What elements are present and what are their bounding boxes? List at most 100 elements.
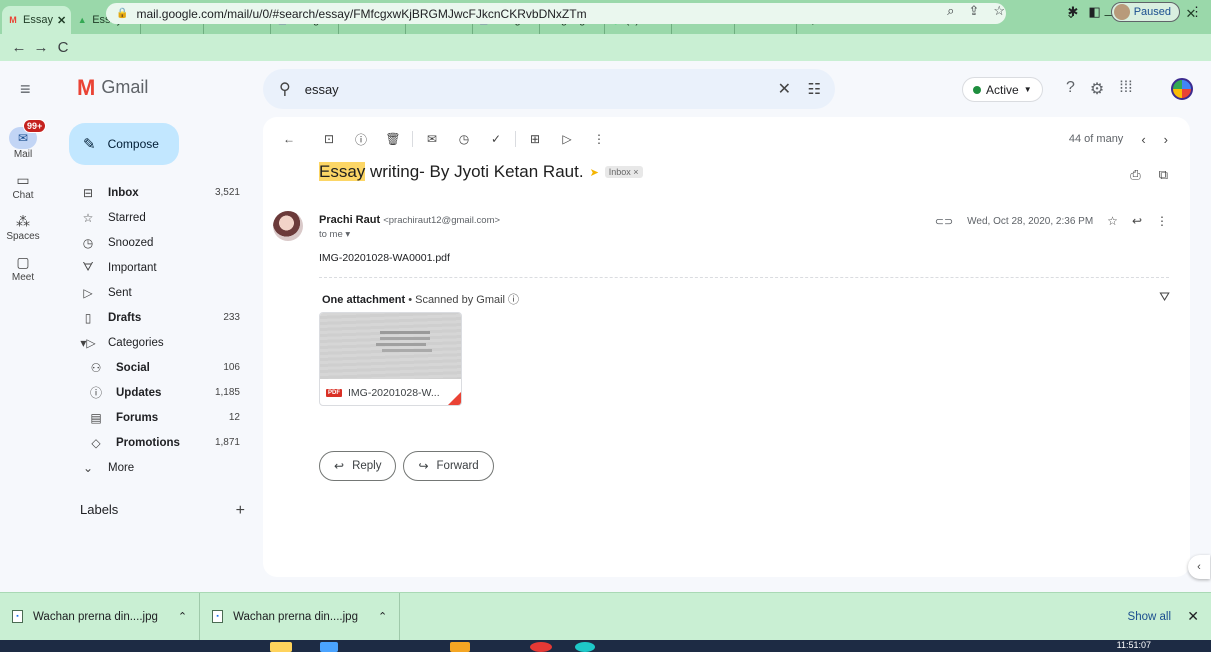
add-task-icon[interactable]: ✓ bbox=[486, 132, 506, 146]
subject-text: writing- By Jyoti Ketan Raut. bbox=[365, 162, 584, 181]
attachment-heading: One attachment • Scanned by Gmail ⓘ bbox=[322, 291, 519, 307]
report-spam-icon[interactable]: ⓘ bbox=[351, 131, 371, 148]
download-bar: ▪ Wachan prerna din....jpg ⌃ ▪ Wachan pr… bbox=[0, 592, 1211, 641]
taskbar-app-icon[interactable] bbox=[270, 642, 292, 652]
download-menu-caret-icon[interactable]: ⌃ bbox=[178, 610, 187, 623]
nav-item-updates[interactable]: ⓘ Updates 1,185 bbox=[58, 380, 260, 405]
nav-item-starred[interactable]: ☆ Starred bbox=[58, 205, 260, 230]
download-item[interactable]: ▪ Wachan prerna din....jpg ⌃ bbox=[200, 592, 401, 641]
profile-avatar bbox=[1113, 4, 1130, 20]
taskbar-clock[interactable]: 11:51:07 bbox=[1117, 640, 1151, 651]
forward-icon[interactable]: → bbox=[30, 39, 52, 56]
main-menu-icon[interactable]: ≡ bbox=[20, 79, 31, 100]
nav-count: 1,185 bbox=[214, 387, 240, 398]
open-new-window-icon[interactable]: ⧉ bbox=[1159, 167, 1168, 183]
delete-icon[interactable]: 🗑 bbox=[383, 132, 403, 146]
status-dot-icon bbox=[973, 85, 981, 94]
side-panel-toggle-icon[interactable]: ‹ bbox=[1188, 555, 1210, 579]
message-more-icon[interactable]: ⋮ bbox=[1156, 214, 1168, 228]
search-bar: ⚲ ✕ ☷ bbox=[263, 69, 835, 109]
url-text: mail.google.com/mail/u/0/#search/essay/F… bbox=[136, 6, 587, 21]
rail-item-chat[interactable]: ▭ Chat bbox=[0, 172, 46, 201]
download-menu-caret-icon[interactable]: ⌃ bbox=[378, 610, 387, 623]
nav-count: 106 bbox=[223, 362, 240, 373]
message-toolbar: ← ⊡ ⓘ 🗑 ✉ ◷ ✓ ⊞ ▷ ⋮ 44 of many ‹ › bbox=[263, 125, 1190, 153]
star-icon[interactable]: ☆ bbox=[1107, 214, 1118, 228]
nav-item-inbox[interactable]: ⊟ Inbox 3,521 bbox=[58, 180, 260, 205]
nav-item-promotions[interactable]: ◇ Promotions 1,871 bbox=[58, 430, 260, 455]
close-tab-icon[interactable]: ✕ bbox=[57, 14, 66, 27]
status-label: Active bbox=[986, 82, 1019, 97]
newer-chevron-icon[interactable]: ‹ bbox=[1141, 132, 1145, 147]
download-item[interactable]: ▪ Wachan prerna din....jpg ⌃ bbox=[0, 592, 201, 641]
nav-item-important[interactable]: ᗊ Important bbox=[58, 255, 260, 280]
search-icon[interactable]: ⚲ bbox=[279, 79, 291, 99]
nav-item-drafts[interactable]: ▯ Drafts 233 bbox=[58, 305, 260, 330]
add-label-icon[interactable]: + bbox=[236, 502, 245, 520]
nav-label: Starred bbox=[108, 211, 146, 224]
search-options-icon[interactable]: ☷ bbox=[808, 80, 821, 98]
recipient-details[interactable]: to me ▾ bbox=[319, 229, 350, 240]
url-bar[interactable]: 🔒 mail.google.com/mail/u/0/#search/essay… bbox=[106, 3, 1006, 24]
sender-name[interactable]: Prachi Raut bbox=[319, 214, 380, 226]
nav-item-snoozed[interactable]: ◷ Snoozed bbox=[58, 230, 260, 255]
snooze-icon[interactable]: ◷ bbox=[454, 132, 474, 146]
reply-icon[interactable]: ↩ bbox=[1132, 214, 1142, 228]
forum-icon: ▤ bbox=[90, 410, 102, 425]
add-to-drive-icon[interactable]: ⛛ bbox=[1159, 289, 1170, 305]
side-panel-icon[interactable]: ◧ bbox=[1088, 4, 1100, 20]
important-marker-icon[interactable]: ➤ bbox=[590, 166, 599, 179]
nav-count: 1,871 bbox=[214, 437, 240, 448]
taskbar-app-icon[interactable] bbox=[575, 642, 595, 652]
lock-icon: 🔒 bbox=[116, 8, 129, 19]
nav-label: Snoozed bbox=[108, 236, 154, 249]
labels-icon[interactable]: ▷ bbox=[557, 132, 577, 146]
archive-icon[interactable]: ⊡ bbox=[319, 132, 339, 146]
move-to-icon[interactable]: ⊞ bbox=[525, 132, 545, 146]
back-to-list-icon[interactable]: ← bbox=[277, 132, 301, 146]
status-dropdown[interactable]: Active ▼ bbox=[962, 77, 1043, 102]
rail-item-meet[interactable]: ▢ Meet bbox=[0, 254, 46, 283]
extensions-puzzle-icon[interactable]: ✱ bbox=[1067, 4, 1078, 20]
inbox-label-chip[interactable]: Inbox × bbox=[604, 166, 643, 178]
taskbar-chrome-icon[interactable] bbox=[530, 642, 552, 652]
reply-button[interactable]: ↩ Reply bbox=[319, 451, 397, 481]
forward-button[interactable]: ↪ Forward bbox=[403, 451, 494, 481]
reload-icon[interactable]: C bbox=[52, 39, 74, 56]
bookmark-star-icon[interactable]: ☆ bbox=[993, 3, 1005, 19]
browser-menu-icon[interactable]: ⋮ bbox=[1190, 4, 1203, 20]
nav-item-sent[interactable]: ▷ Sent bbox=[58, 280, 260, 305]
search-input[interactable] bbox=[304, 81, 735, 97]
more-actions-icon[interactable]: ⋮ bbox=[589, 132, 609, 146]
close-download-bar-icon[interactable]: ✕ bbox=[1187, 608, 1199, 625]
nav-item-categories[interactable]: ▾▷ Categories bbox=[58, 330, 260, 355]
nav-item-more[interactable]: ⌄ More bbox=[58, 455, 260, 480]
zoom-icon[interactable]: ⌕ bbox=[947, 3, 954, 19]
profile-button[interactable]: Paused bbox=[1110, 2, 1180, 22]
image-file-icon: ▪ bbox=[212, 610, 224, 623]
account-avatar[interactable] bbox=[1171, 78, 1193, 100]
compose-button[interactable]: ✎ Compose bbox=[69, 123, 179, 165]
rail-label: Mail bbox=[13, 149, 33, 160]
taskbar-app-icon[interactable] bbox=[320, 642, 338, 652]
nav-item-social[interactable]: ⚇ Social 106 bbox=[58, 355, 260, 380]
share-icon[interactable]: ⇪ bbox=[968, 3, 979, 19]
browser-tab[interactable]: M Essay ✕ bbox=[2, 6, 72, 34]
rail-item-mail[interactable]: ✉ 99+ Mail bbox=[0, 119, 47, 160]
back-icon[interactable]: ← bbox=[8, 39, 30, 56]
attachment-card[interactable]: PDF IMG-20201028-W... bbox=[319, 312, 462, 406]
taskbar-app-icon[interactable] bbox=[450, 642, 470, 652]
clear-search-icon[interactable]: ✕ bbox=[778, 79, 791, 99]
apps-grid-icon[interactable]: ⁞⁞⁞ bbox=[1119, 79, 1132, 99]
mark-unread-icon[interactable]: ✉ bbox=[422, 132, 442, 146]
help-icon[interactable]: ? bbox=[1066, 79, 1075, 99]
attachment-footer: PDF IMG-20201028-W... bbox=[320, 379, 461, 405]
print-icon[interactable]: ⎙ bbox=[1130, 167, 1140, 183]
settings-gear-icon[interactable]: ⚙ bbox=[1090, 79, 1104, 99]
rail-item-spaces[interactable]: ⁂ Spaces bbox=[0, 213, 46, 242]
older-chevron-icon[interactable]: › bbox=[1164, 132, 1168, 147]
gmail-logo[interactable]: M Gmail bbox=[77, 76, 148, 98]
sender-avatar[interactable] bbox=[273, 211, 303, 241]
show-all-downloads-link[interactable]: Show all bbox=[1128, 611, 1171, 623]
nav-item-forums[interactable]: ▤ Forums 12 bbox=[58, 405, 260, 430]
